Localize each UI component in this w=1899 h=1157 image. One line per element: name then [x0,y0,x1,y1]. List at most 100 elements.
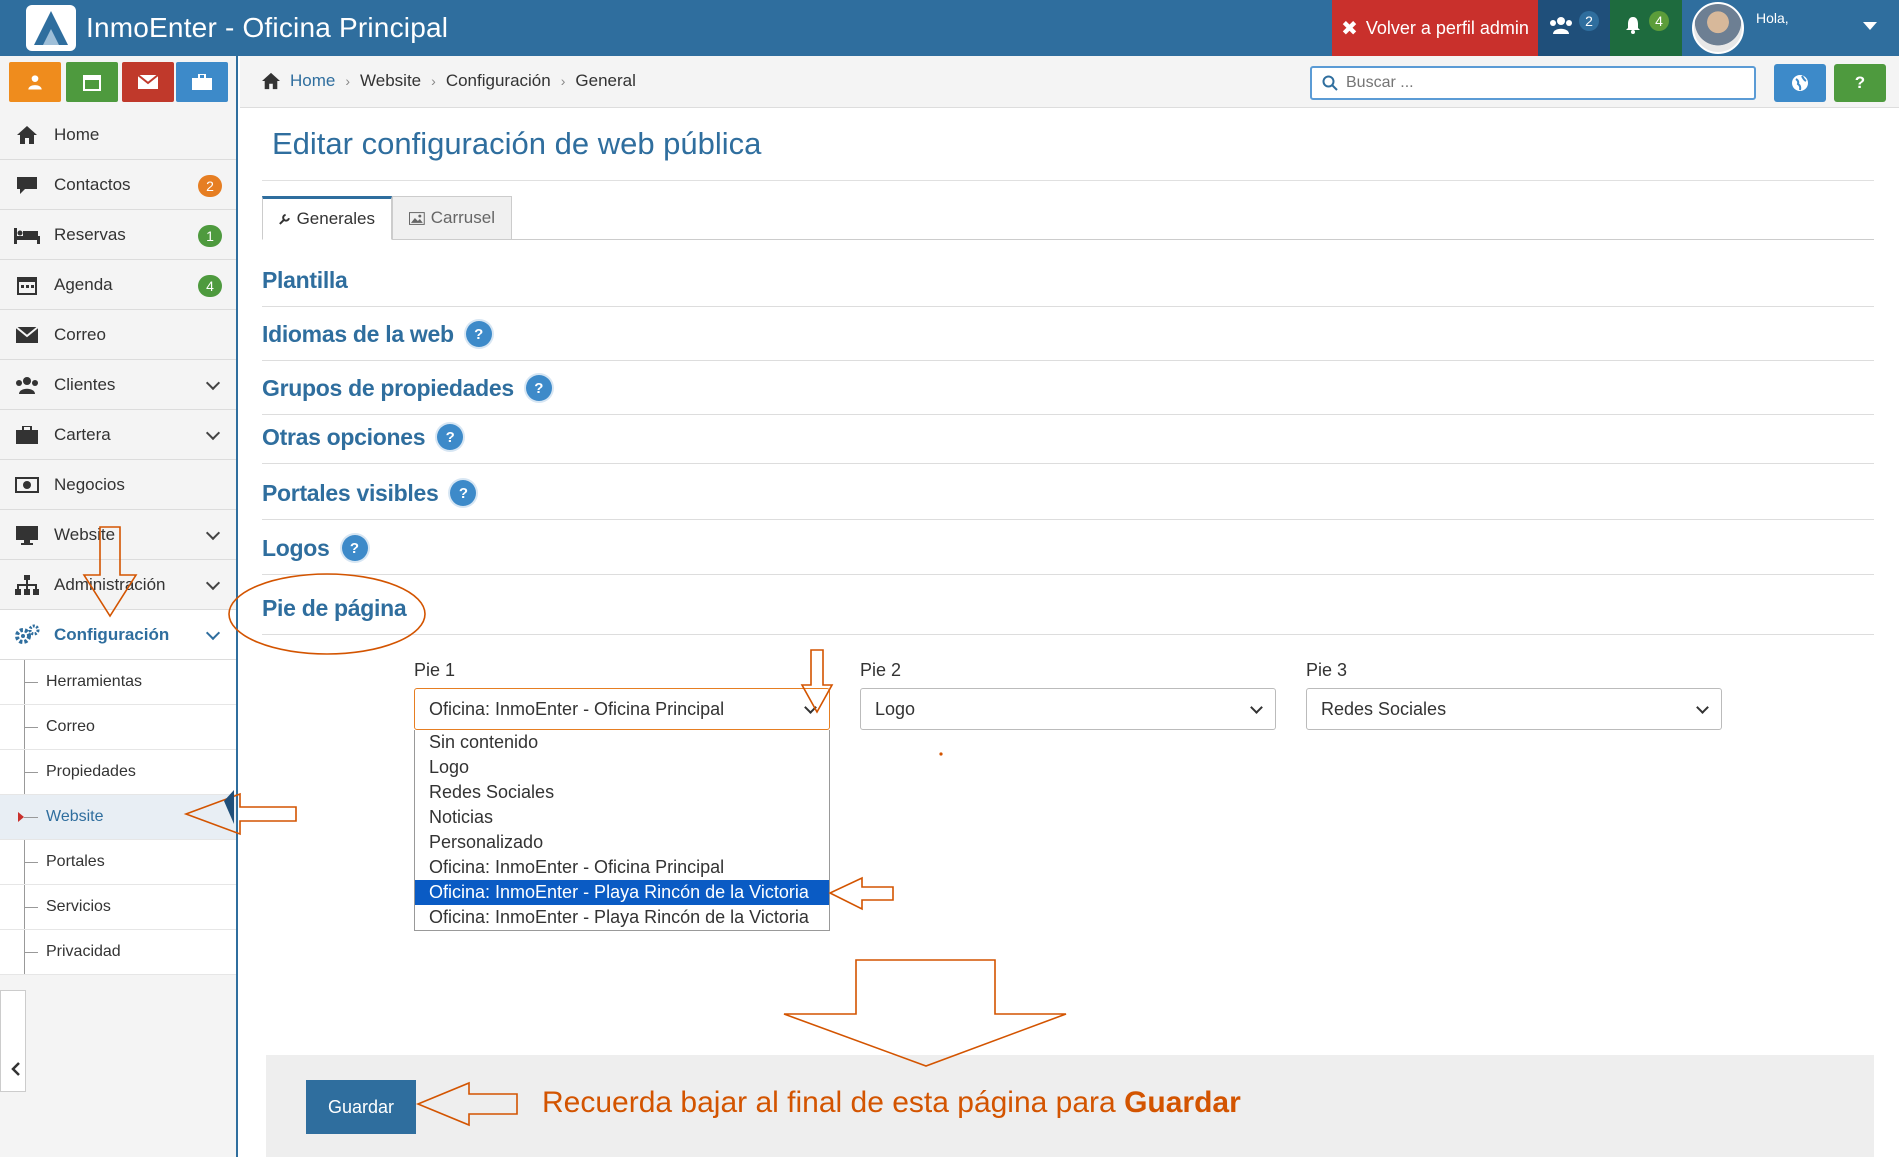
pie2-selected-value: Logo [875,698,916,719]
envelope-icon [138,75,158,89]
sidebar-item-home[interactable]: Home [0,110,236,160]
chevron-down-icon [205,425,221,441]
briefcase-icon [192,74,212,90]
sidebar-item-cartera[interactable]: Cartera [0,410,236,460]
submenu-item-website[interactable]: Website [0,795,236,840]
quick-contacts-button[interactable] [9,62,61,102]
search-input[interactable] [1346,74,1726,92]
brand[interactable]: InmoEnter - Oficina Principal [26,4,448,52]
submenu-item-propiedades[interactable]: Propiedades [0,750,236,795]
dropdown-option[interactable]: Redes Sociales [415,780,829,805]
submenu-item-privacidad[interactable]: Privacidad [0,930,236,975]
agenda-count-badge: 4 [198,275,222,297]
comment-icon [14,174,40,196]
breadcrumb-home[interactable]: Home [260,71,335,91]
sidebar-item-label: Website [54,524,116,544]
dropdown-option[interactable]: Logo [415,755,829,780]
public-web-button[interactable] [1774,64,1826,102]
pie1-label: Pie 1 [414,660,456,680]
help-button[interactable]: ? [1834,64,1886,102]
quick-calendar-button[interactable] [66,62,118,102]
alerts-button[interactable]: 4 [1610,0,1682,56]
arrow-left-icon [828,876,894,911]
section-logos[interactable]: Logos ? [262,522,1874,575]
breadcrumb-configuracion[interactable]: Configuración [446,71,551,91]
help-icon[interactable]: ? [525,375,552,401]
annotation-dot [939,752,943,756]
user-greeting: Hola, [1756,10,1789,26]
breadcrumb-general: General [575,71,636,90]
dropdown-option[interactable]: Sin contenido [415,730,829,755]
section-title: Otras opciones [262,423,426,450]
quick-mail-button[interactable] [122,62,174,102]
money-icon [14,474,40,496]
save-button[interactable]: Guardar [306,1080,416,1134]
help-icon[interactable]: ? [437,424,464,450]
users-icon [1549,15,1573,41]
dropdown-option[interactable]: Personalizado [415,830,829,855]
pie1-selected-value: Oficina: InmoEnter - Oficina Principal [429,698,725,719]
avatar[interactable] [1692,2,1744,54]
submenu-item-servicios[interactable]: Servicios [0,885,236,930]
tab-carrusel[interactable]: Carrusel [392,196,512,240]
sidebar-item-website[interactable]: Website [0,510,236,560]
help-icon[interactable]: ? [341,535,368,561]
dropdown-option[interactable]: Oficina: InmoEnter - Oficina Principal [415,855,829,880]
users-icon [28,75,42,90]
sidebar-item-contactos[interactable]: Contactos 2 [0,160,236,210]
sidebar-collapse-handle[interactable] [0,990,26,1092]
section-grupos-propiedades[interactable]: Grupos de propiedades ? [262,362,1874,415]
sidebar-item-clientes[interactable]: Clientes [0,360,236,410]
sidebar-item-label: Negocios [54,474,125,494]
contactos-count-badge: 2 [198,175,222,197]
pie1-dropdown-list: Sin contenido Logo Redes Sociales Notici… [414,730,830,931]
user-menu[interactable]: Hola, [1682,0,1899,56]
section-idiomas[interactable]: Idiomas de la web ? [262,308,1874,361]
sidebar-item-agenda[interactable]: Agenda 4 [0,260,236,310]
dropdown-option[interactable]: Noticias [415,805,829,830]
home-icon [262,72,280,90]
section-plantilla[interactable]: Plantilla [262,254,1874,307]
chevron-down-icon[interactable] [1863,22,1877,30]
sidebar-item-reservas[interactable]: Reservas 1 [0,210,236,260]
pie3-label: Pie 3 [1306,660,1348,680]
pie2-select[interactable]: Logo [860,688,1276,730]
sidebar-item-label: Contactos [54,174,131,194]
quick-briefcase-button[interactable] [176,62,228,102]
submenu-item-correo[interactable]: Correo [0,705,236,750]
section-otras-opciones[interactable]: Otras opciones ? [262,411,1874,464]
search-box[interactable] [1310,66,1756,100]
sidebar-item-negocios[interactable]: Negocios [0,460,236,510]
sidebar-item-correo[interactable]: Correo [0,310,236,360]
dropdown-option[interactable]: Oficina: InmoEnter - Playa Rincón de la … [415,880,829,905]
home-icon [14,124,40,146]
section-title: Pie de página [262,594,407,621]
help-icon[interactable]: ? [450,480,477,506]
users-notification-button[interactable]: 2 [1538,0,1610,56]
submenu-item-herramientas[interactable]: Herramientas [0,660,236,705]
reminder-bold-text: Guardar [1124,1086,1241,1119]
breadcrumb-bar: Home › Website › Configuración › General… [240,56,1899,108]
back-to-admin-button[interactable]: ✖ Volver a perfil admin [1332,0,1538,56]
breadcrumb-website[interactable]: Website [360,71,421,91]
section-pie-de-pagina[interactable]: Pie de página [262,582,1874,635]
app-title: InmoEnter - Oficina Principal [86,12,449,43]
pie3-selected-value: Redes Sociales [1321,698,1447,719]
help-icon[interactable]: ? [465,321,492,347]
submenu-item-portales[interactable]: Portales [0,840,236,885]
pie1-select[interactable]: Oficina: InmoEnter - Oficina Principal [414,688,830,730]
users-count-badge: 2 [1579,11,1599,31]
pie3-select[interactable]: Redes Sociales [1306,688,1722,730]
sidebar-item-administracion[interactable]: Administración [0,560,236,610]
section-portales-visibles[interactable]: Portales visibles ? [262,467,1874,520]
sitemap-icon [14,574,40,596]
sidebar-item-label: Agenda [54,274,113,294]
tab-generales[interactable]: Generales [262,196,392,240]
chevron-left-icon [11,1062,20,1076]
dropdown-option[interactable]: Oficina: InmoEnter - Playa Rincón de la … [415,905,829,930]
chevron-down-icon [205,575,221,591]
top-bar: InmoEnter - Oficina Principal ✖ Volver a… [0,0,1899,56]
chevron-down-icon [205,625,221,641]
sidebar-item-configuracion[interactable]: Configuración [0,610,236,660]
breadcrumb: Home › Website › Configuración › General [260,71,636,91]
